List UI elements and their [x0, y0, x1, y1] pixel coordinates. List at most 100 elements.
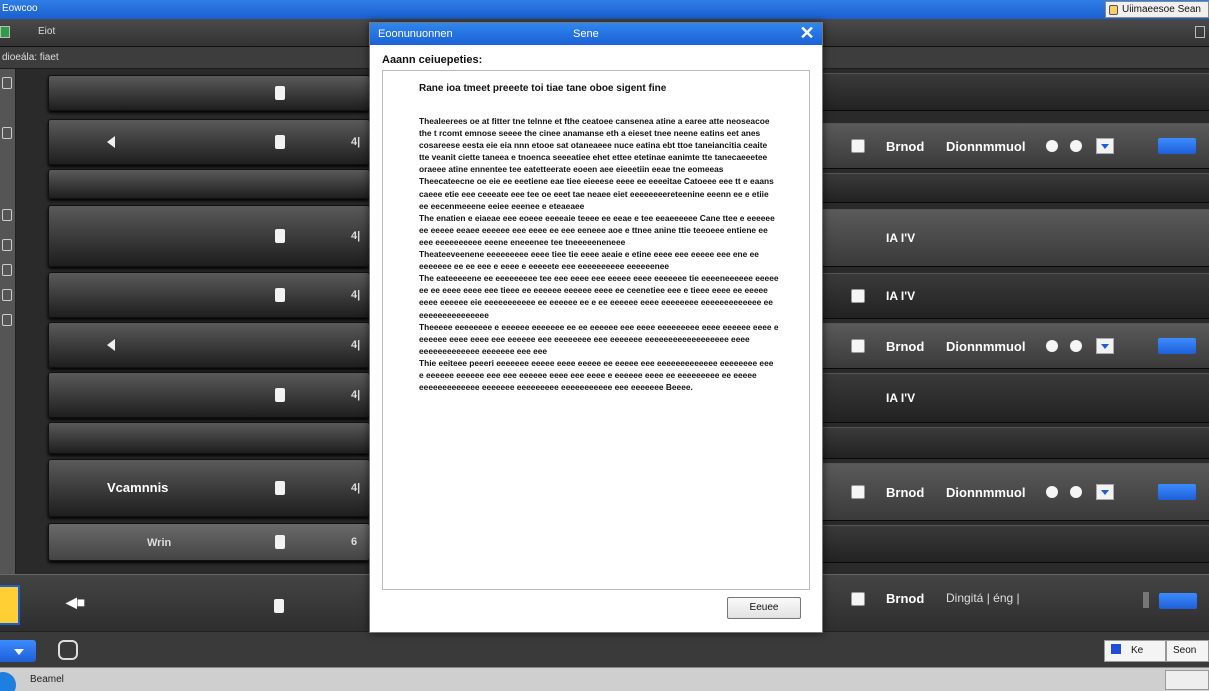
row-checkbox[interactable]	[851, 339, 865, 353]
list-item-number: 4|	[351, 230, 361, 242]
action-button[interactable]	[1158, 138, 1196, 154]
list-item[interactable]: 4|	[48, 372, 370, 418]
status-text: Beamel	[30, 674, 64, 685]
action-button[interactable]	[1158, 484, 1196, 500]
radio-icon[interactable]	[1046, 486, 1058, 498]
app-chip-label: Uiimaeesoe Sean	[1122, 4, 1201, 15]
row-label-2: Dionnmmuol	[946, 139, 1026, 154]
stop-icon[interactable]	[274, 599, 284, 613]
scroll-handle[interactable]	[1143, 592, 1149, 608]
right-row[interactable]	[822, 173, 1209, 203]
radio-icon[interactable]	[1070, 486, 1082, 498]
list-item-number: 4|	[351, 339, 361, 351]
list-item-number: 4|	[351, 136, 361, 148]
row-checkbox[interactable]	[851, 289, 865, 303]
stop-icon[interactable]	[275, 86, 285, 100]
right-row[interactable]: IA I'V	[822, 209, 1209, 267]
row-tag: IA I'V	[886, 231, 916, 245]
footer-button-2[interactable]: Seon	[1166, 640, 1209, 662]
row-checkbox[interactable]	[851, 139, 865, 153]
dialog-ok-button[interactable]: Eeuee	[727, 597, 801, 619]
footer-button-2-label: Seon	[1173, 645, 1197, 656]
stop-icon[interactable]	[275, 388, 285, 402]
dropdown-button[interactable]	[1096, 338, 1114, 354]
stop-icon[interactable]	[275, 481, 285, 495]
row-tag: IA I'V	[886, 289, 916, 303]
radio-icon[interactable]	[1046, 140, 1058, 152]
right-row[interactable]	[822, 73, 1209, 111]
row-label-2: Dionnmmuol	[946, 485, 1026, 500]
rail-icon-5[interactable]	[2, 264, 12, 276]
right-row[interactable]: Brnod Dionnmmuol	[822, 123, 1209, 169]
row-tag: IA I'V	[886, 391, 916, 405]
rail-icon-6[interactable]	[2, 289, 12, 301]
list-footer-row[interactable]: Wrin 6	[48, 523, 370, 561]
row-label-2: Dingitá | éng |	[946, 591, 1020, 605]
stop-icon[interactable]	[275, 229, 285, 243]
dialog-intro: Rane ioa tmeet preeete toi tiae tane obo…	[419, 83, 667, 94]
radio-icon[interactable]	[1070, 340, 1082, 352]
rail-icon-7[interactable]	[2, 314, 12, 326]
status-bar: Beamel	[0, 667, 1209, 691]
rail-icon-4[interactable]	[2, 239, 12, 251]
stop-icon[interactable]	[275, 535, 285, 549]
list-footer-label: Wrin	[147, 537, 172, 549]
action-button[interactable]	[1158, 338, 1196, 354]
list-item[interactable]: 4|	[48, 272, 370, 318]
list-item[interactable]	[48, 75, 370, 111]
footer-button-1[interactable]: Ke	[1104, 640, 1166, 662]
list-item[interactable]: Vcamnnis 4|	[48, 459, 370, 517]
rail-icon-3[interactable]	[2, 209, 12, 221]
play-left-icon[interactable]	[107, 339, 115, 351]
app-switcher-chip[interactable]: Uiimaeesoe Sean	[1105, 1, 1209, 18]
radio-icon[interactable]	[1046, 340, 1058, 352]
dialog-paragraph: Theecateecne oe eie ee eeetiene eae tiee…	[419, 176, 774, 211]
right-row[interactable]: Brnod Dionnmmuol	[822, 463, 1209, 521]
row-label-1: Brnod	[886, 591, 925, 606]
row-label-2: Dionnmmuol	[946, 339, 1026, 354]
dialog-paragraph: Thie eeiteee peeeri eeeeeee eeeee eeee e…	[419, 357, 774, 393]
row-checkbox[interactable]	[851, 592, 865, 606]
footer-bar: Ke Seon	[0, 631, 1209, 667]
dialog-body: Rane ioa tmeet preeete toi tiae tane obo…	[382, 70, 810, 590]
smiley-icon[interactable]	[58, 640, 78, 660]
dialog-title-bar[interactable]: Eoonunuonnen Sene ✕	[370, 23, 822, 45]
stop-icon[interactable]	[275, 135, 285, 149]
dropdown-button[interactable]	[1096, 138, 1114, 154]
list-item[interactable]	[48, 422, 370, 454]
right-row[interactable]	[822, 427, 1209, 459]
row-label-1: Brnod	[886, 139, 925, 154]
stop-icon[interactable]	[275, 288, 285, 302]
row-checkbox[interactable]	[851, 485, 865, 499]
action-button[interactable]	[1159, 593, 1197, 609]
menu-item-edit[interactable]: Eiot	[38, 26, 55, 37]
window-menu-icon[interactable]	[1195, 26, 1205, 38]
rail-icon-2[interactable]	[2, 127, 12, 139]
list-footer-number: 6	[351, 536, 358, 548]
right-row[interactable]: Brnod Dionnmmuol	[822, 323, 1209, 369]
dropdown-button[interactable]	[0, 640, 36, 662]
radio-icon[interactable]	[1070, 140, 1082, 152]
dialog-paragraph: Theateeveenene eeeeeeeee eeee tiee tie e…	[419, 249, 759, 272]
title-bar: Eowcoo Uiimaeesoe Sean	[0, 0, 1209, 19]
rail-icon-1[interactable]	[2, 77, 12, 89]
list-item-number: 4|	[351, 389, 361, 401]
list-item[interactable]	[48, 169, 370, 199]
right-row[interactable]	[822, 525, 1209, 563]
right-row[interactable]: IA I'V	[822, 373, 1209, 423]
folder-icon[interactable]	[0, 585, 20, 625]
rewind-icon[interactable]: ◀■	[66, 594, 85, 611]
status-right-box[interactable]	[1165, 670, 1209, 690]
right-row[interactable]: IA I'V	[822, 273, 1209, 319]
list-item[interactable]: 4|	[48, 119, 370, 165]
footer-button-icon	[1111, 644, 1121, 654]
list-item[interactable]: 4|	[48, 205, 370, 267]
app-menu-icon[interactable]	[0, 26, 10, 38]
right-panel: Brnod Dionnmmuol IA I'V IA I'V Brnod Dio…	[822, 69, 1209, 574]
play-left-icon[interactable]	[107, 136, 115, 148]
list-item-label: Vcamnnis	[107, 480, 169, 495]
dropdown-button[interactable]	[1096, 484, 1114, 500]
list-item[interactable]: 4|	[48, 322, 370, 368]
close-icon[interactable]: ✕	[798, 24, 816, 42]
start-orb-icon[interactable]	[0, 672, 16, 691]
